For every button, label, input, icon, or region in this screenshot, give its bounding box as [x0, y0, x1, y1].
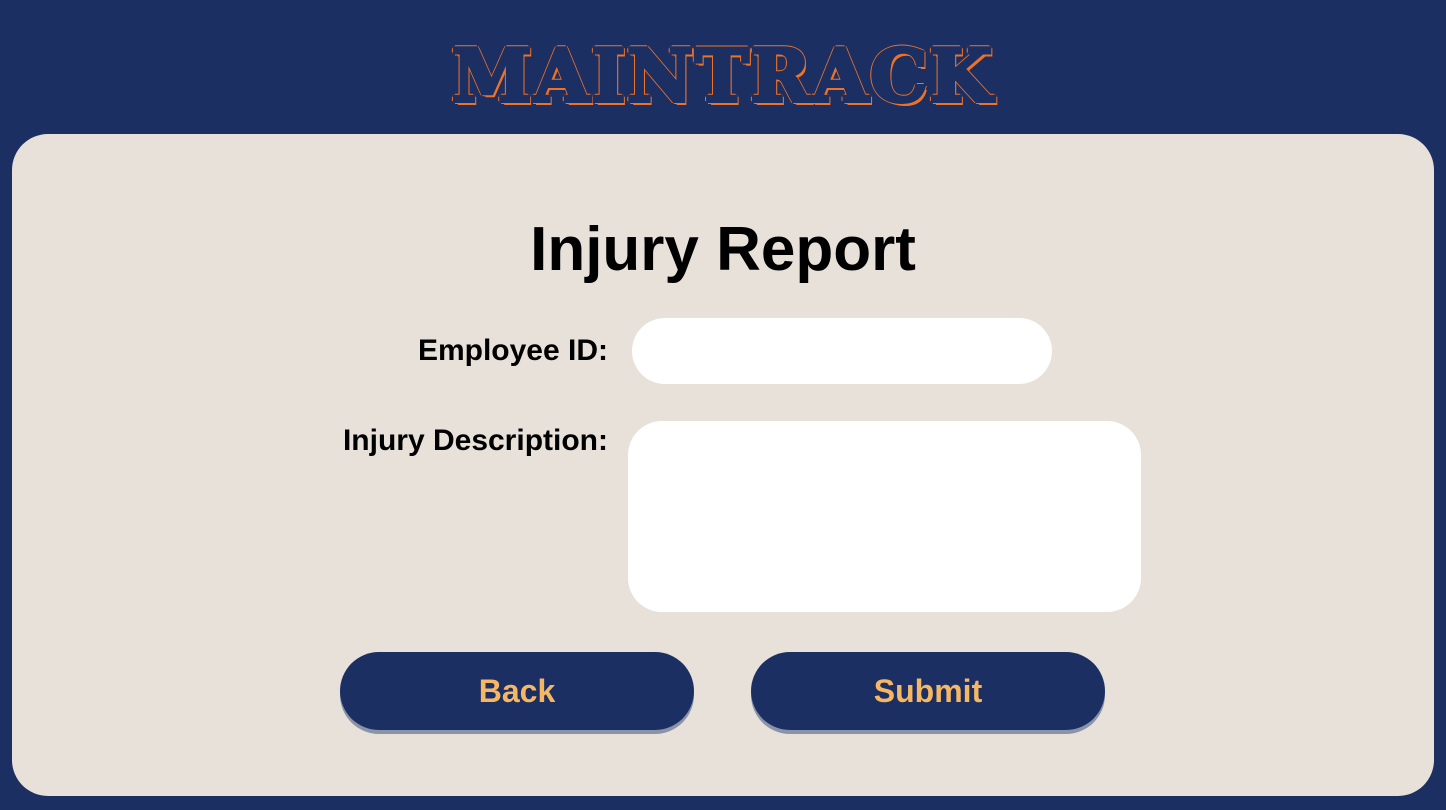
submit-button[interactable]: Submit — [751, 652, 1105, 730]
app-header: MAINTRACK — [0, 0, 1446, 134]
injury-description-field[interactable] — [628, 421, 1141, 612]
employee-id-field[interactable] — [632, 318, 1052, 384]
injury-description-label: Injury Description: — [342, 424, 608, 457]
employee-id-label: Employee ID: — [417, 334, 608, 367]
maintrack-logo: MAINTRACK — [450, 33, 995, 118]
back-button[interactable]: Back — [340, 652, 694, 730]
injury-report-card: Injury Report Employee ID: Injury Descri… — [12, 134, 1434, 796]
page-title: Injury Report — [530, 215, 916, 284]
